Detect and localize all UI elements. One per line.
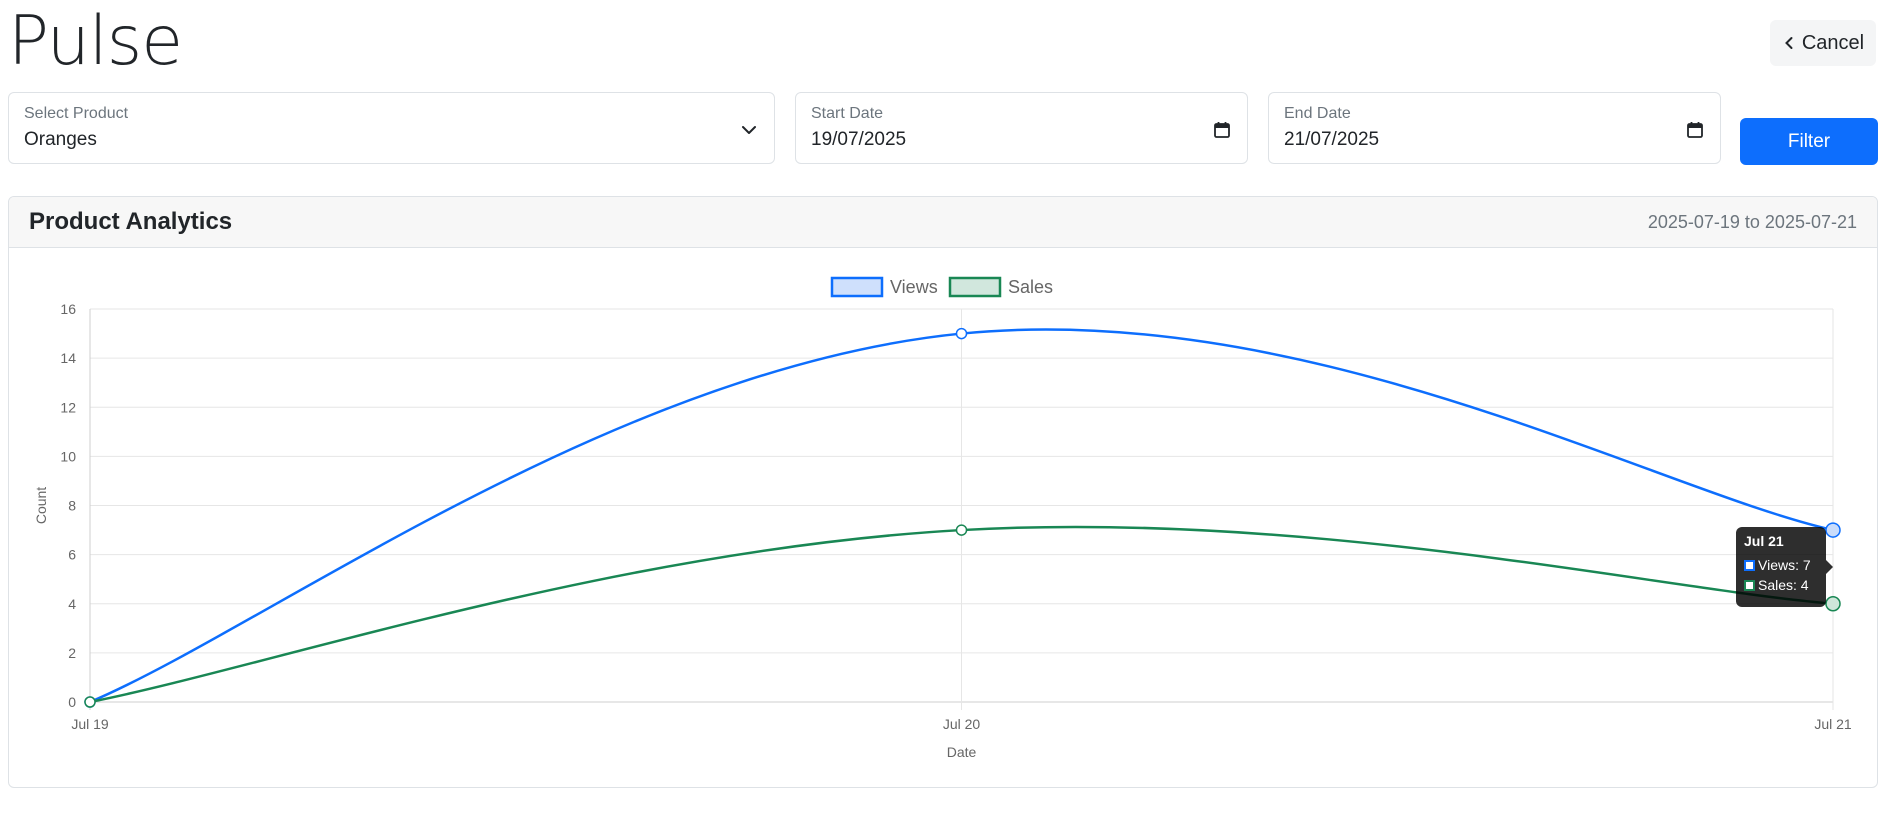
y-tick-label: 4 <box>68 596 76 612</box>
data-point-sales <box>84 696 96 708</box>
y-tick-label: 0 <box>68 694 76 710</box>
legend-swatch-sales <box>948 276 1002 298</box>
tooltip-row-sales: Sales: 4 <box>1744 575 1818 595</box>
y-tick-label: 2 <box>68 645 76 661</box>
y-tick-label: 10 <box>60 448 76 464</box>
tooltip-views-label: Views: 7 <box>1758 557 1811 573</box>
x-tick-label: Jul 19 <box>71 716 109 732</box>
data-point-views <box>955 327 968 340</box>
chart-tooltip: Jul 21 Views: 7 Sales: 4 <box>1736 527 1833 607</box>
tooltip-row-views: Views: 7 <box>1744 555 1818 575</box>
x-tick-label: Jul 20 <box>943 716 981 732</box>
tooltip-sales-label: Sales: 4 <box>1758 577 1809 593</box>
data-point-sales <box>955 524 968 536</box>
line-chart: 0 2 4 6 8 10 12 14 16 Jul 19 Jul 20 Jul 21 Date Count… <box>33 276 1852 760</box>
y-tick-label: 8 <box>68 498 76 514</box>
x-tick-label: Jul 21 <box>1814 716 1852 732</box>
y-tick-label: 6 <box>68 547 76 563</box>
legend-label-views: Views <box>890 277 938 297</box>
x-axis-title: Date <box>947 744 977 760</box>
tooltip-swatch-sales <box>1744 579 1755 591</box>
data-point-views <box>1825 522 1841 538</box>
tooltip-swatch-views <box>1744 559 1755 571</box>
data-point-sales <box>1825 596 1841 612</box>
legend-swatch-views <box>830 276 884 298</box>
legend-label-sales: Sales <box>1008 277 1053 297</box>
y-tick-label: 16 <box>60 301 76 317</box>
tooltip-title: Jul 21 <box>1744 533 1784 549</box>
y-axis-title: Count <box>33 487 49 524</box>
y-tick-label: 14 <box>60 350 76 366</box>
y-tick-label: 12 <box>60 399 76 415</box>
